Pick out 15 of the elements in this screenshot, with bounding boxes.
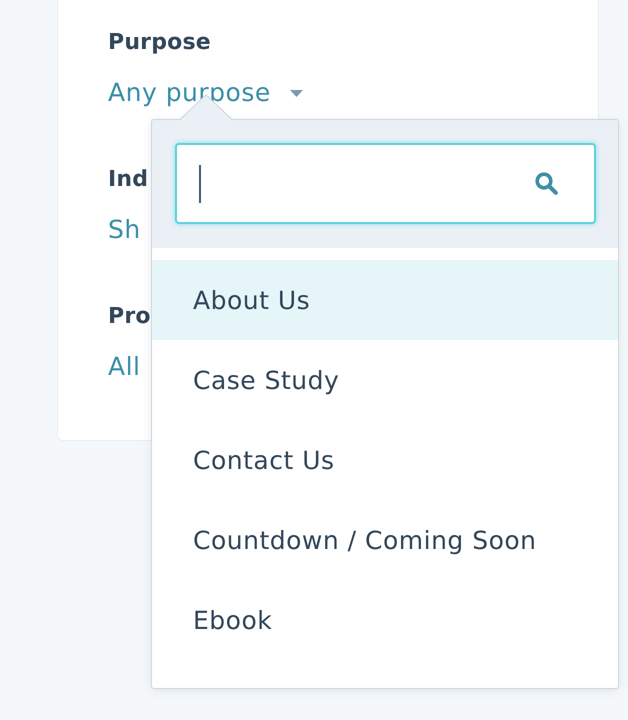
filter-dropdown-link[interactable]: Sh xyxy=(108,215,141,245)
filter-dropdown-link[interactable]: All xyxy=(108,352,140,382)
dropdown-option[interactable]: Case Study xyxy=(152,340,618,420)
text-cursor xyxy=(199,164,201,202)
dropdown-option[interactable]: Ebook xyxy=(152,580,618,660)
dropdown-option[interactable]: About Us xyxy=(152,260,618,340)
filter-label: Purpose xyxy=(108,29,211,57)
filter-label: Ind xyxy=(108,166,148,194)
search-icon[interactable] xyxy=(535,172,558,195)
filter-label: Pro xyxy=(108,303,151,331)
search-field[interactable] xyxy=(175,143,596,224)
filter-dropdown-link[interactable]: Any purpose xyxy=(108,78,303,108)
caret-down-icon xyxy=(290,90,303,96)
dropdown-option[interactable]: Countdown / Coming Soon xyxy=(152,500,618,580)
dropdown-option[interactable]: Contact Us xyxy=(152,420,618,500)
